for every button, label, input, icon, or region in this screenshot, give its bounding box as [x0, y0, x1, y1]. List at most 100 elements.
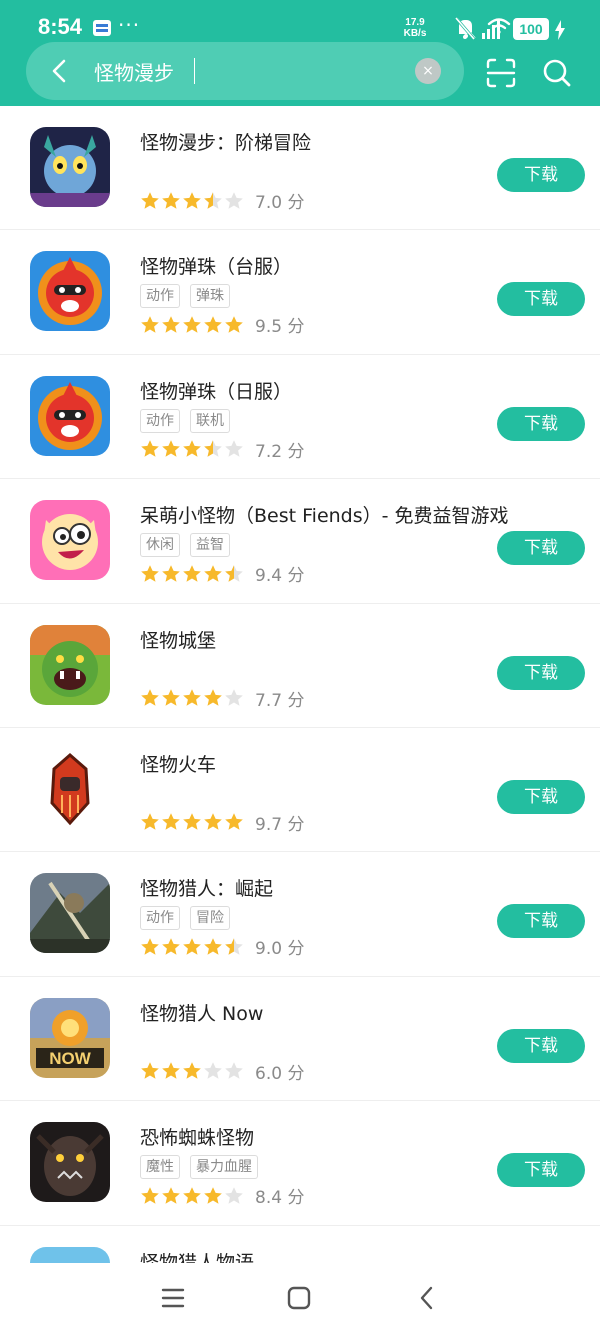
rating-score: 9.0 分: [255, 939, 305, 960]
tag-badge: 暴力血腥: [190, 1155, 258, 1180]
rating-score: 7.0 分: [255, 193, 305, 213]
star-empty-icon: [225, 689, 243, 706]
download-button[interactable]: 下载: [497, 1028, 585, 1063]
rating: 9.7 分: [140, 810, 305, 835]
monster-walk-game-icon[interactable]: [30, 127, 110, 207]
tag-badge: 联机: [190, 408, 230, 433]
star-half-icon: [225, 938, 243, 955]
star-half-icon: [225, 564, 243, 582]
monster-castle-game-icon[interactable]: [30, 624, 110, 705]
result-item[interactable]: 怪物城堡 7.7 分 下载: [0, 604, 600, 728]
result-item[interactable]: 怪物弹珠（台服） 动作 弹珠 9.5 分 下载: [0, 230, 600, 355]
status-bar: 8:54 ··· 17.9 KB/s 100: [0, 0, 600, 44]
back-arrow-icon[interactable]: [40, 51, 80, 91]
star-filled-icon: [162, 564, 180, 582]
star-filled-icon: [141, 316, 159, 333]
monster-hunter-stories-game-icon[interactable]: [30, 1246, 110, 1263]
more-notifications-icon: ···: [118, 13, 141, 37]
rating-stars: [140, 315, 245, 335]
star-filled-icon: [225, 813, 243, 831]
star-filled-icon: [162, 440, 180, 457]
star-filled-icon: [162, 938, 180, 955]
download-button[interactable]: 下载: [497, 904, 585, 939]
star-filled-icon: [183, 191, 201, 209]
result-title[interactable]: 怪物弹珠（台服）: [140, 252, 292, 279]
search-icon[interactable]: [540, 56, 574, 90]
star-empty-icon: [204, 1062, 222, 1079]
search-bar: ×: [26, 42, 464, 100]
download-button[interactable]: 下载: [497, 158, 585, 192]
rating-stars: [140, 1061, 245, 1081]
network-speed-unit: KB/s: [403, 28, 427, 39]
result-title[interactable]: 怪物火车: [140, 750, 216, 777]
result-item[interactable]: 怪物猎人物语: [0, 1226, 600, 1263]
result-title[interactable]: 呆萌小怪物（Best Fiends）- 免费益智游戏: [140, 501, 509, 528]
best-fiends-game-icon[interactable]: [30, 500, 110, 581]
download-button[interactable]: 下载: [497, 1153, 585, 1188]
download-button[interactable]: 下载: [497, 779, 585, 814]
result-tags: 魔性 暴力血腥: [140, 1155, 268, 1180]
star-filled-icon: [141, 813, 159, 831]
svg-text:NOW: NOW: [49, 1049, 92, 1068]
download-button[interactable]: 下载: [497, 531, 585, 566]
result-title[interactable]: 怪物猎人：崛起: [140, 874, 273, 901]
result-item[interactable]: 怪物漫步：阶梯冒险 7.0 分 下载: [0, 106, 600, 231]
result-item[interactable]: 怪物弹珠（日服） 动作 联机 7.2 分 下载: [0, 355, 600, 480]
tag-badge: 魔性: [140, 1155, 180, 1180]
rating-score: 7.7 分: [255, 690, 305, 711]
rating-stars: [140, 1186, 245, 1206]
download-button[interactable]: 下载: [497, 406, 585, 441]
rating-score: 9.4 分: [255, 566, 305, 587]
scan-icon[interactable]: [484, 56, 518, 90]
search-input[interactable]: [94, 56, 394, 86]
tag-badge: 益智: [190, 533, 230, 558]
rating-stars: [140, 688, 245, 708]
star-filled-icon: [141, 440, 159, 457]
monster-strike-game-icon[interactable]: [30, 375, 110, 456]
rating-score: 6.0 分: [255, 1063, 305, 1084]
monster-train-game-icon[interactable]: [30, 748, 110, 829]
home-icon[interactable]: [286, 1285, 312, 1311]
result-title[interactable]: 恐怖蜘蛛怪物: [140, 1123, 254, 1150]
star-half-icon: [204, 440, 222, 457]
tag-badge: 冒险: [190, 906, 230, 931]
rating: 9.0 分: [140, 934, 305, 960]
rating: 7.2 分: [140, 437, 304, 462]
result-item[interactable]: NOW 怪物猎人 Now 6.0 分 下载: [0, 977, 600, 1102]
star-filled-icon: [141, 1186, 159, 1204]
notification-app-icon: [93, 20, 111, 36]
result-tags: 动作 冒险: [140, 906, 240, 931]
network-speed-value: 17.9: [405, 17, 425, 28]
result-item[interactable]: 怪物猎人：崛起 动作 冒险 9.0 分 下载: [0, 852, 600, 977]
star-filled-icon: [204, 316, 222, 333]
result-title[interactable]: 怪物猎人物语: [140, 1248, 254, 1263]
result-item[interactable]: 呆萌小怪物（Best Fiends）- 免费益智游戏 休闲 益智 9.4 分 下载: [0, 479, 600, 604]
rating-score: 9.7 分: [255, 814, 305, 835]
result-title[interactable]: 怪物城堡: [140, 626, 216, 653]
download-button[interactable]: 下载: [497, 282, 585, 317]
rating-stars: [140, 564, 245, 584]
star-filled-icon: [204, 689, 222, 706]
monster-hunter-now-game-icon[interactable]: NOW: [30, 997, 110, 1078]
recent-apps-icon[interactable]: [160, 1285, 186, 1311]
star-filled-icon: [162, 1186, 180, 1204]
result-title[interactable]: 怪物猎人 Now: [140, 999, 263, 1026]
nav-back-icon[interactable]: [414, 1285, 440, 1311]
download-button[interactable]: 下载: [497, 655, 585, 690]
result-item[interactable]: 恐怖蜘蛛怪物 魔性 暴力血腥 8.4 分 下载: [0, 1101, 600, 1226]
scary-spider-monster-game-icon[interactable]: [30, 1122, 110, 1203]
clear-search-button[interactable]: ×: [415, 58, 441, 84]
network-speed: 17.9 KB/s: [400, 17, 430, 39]
monster-strike-game-icon[interactable]: [30, 251, 110, 332]
star-filled-icon: [141, 191, 159, 209]
monster-hunter-rise-game-icon[interactable]: [30, 873, 110, 954]
result-tags: 动作 联机: [140, 408, 240, 433]
rating: 7.7 分: [140, 686, 305, 711]
result-tags: 休闲 益智: [140, 533, 240, 558]
result-item[interactable]: 怪物火车 9.7 分 下载: [0, 728, 600, 853]
result-title[interactable]: 怪物漫步：阶梯冒险: [140, 128, 311, 155]
text-caret: [194, 58, 195, 84]
rating-stars: [140, 937, 245, 957]
star-filled-icon: [162, 1062, 180, 1079]
result-title[interactable]: 怪物弹珠（日服）: [140, 377, 292, 404]
